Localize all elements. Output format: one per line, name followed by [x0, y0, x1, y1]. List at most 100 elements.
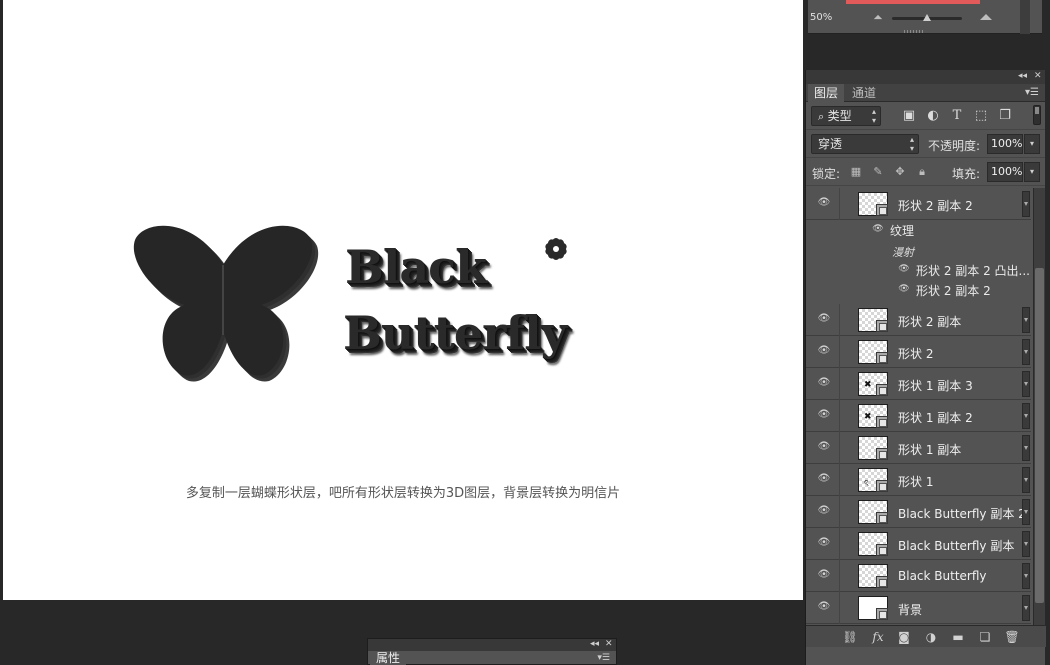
opacity-dropdown-icon[interactable]: ▾ [1024, 134, 1040, 154]
panel-grip[interactable] [904, 30, 924, 33]
layer-thumbnail[interactable] [858, 436, 888, 460]
lock-position-icon[interactable]: ✥ [893, 165, 907, 179]
link-layers-icon[interactable]: ⛓ [842, 629, 858, 645]
layer-thumbnail[interactable] [858, 308, 888, 332]
eye-icon[interactable]: 👁︎ [817, 409, 831, 421]
eye-icon[interactable]: 👁︎ [817, 505, 831, 517]
eye-icon[interactable]: 👁︎ [817, 345, 831, 357]
fill-dropdown-icon[interactable]: ▾ [1024, 162, 1040, 182]
layer-thumbnail[interactable] [858, 564, 888, 588]
new-adjustment-icon[interactable]: ◑ [923, 629, 939, 645]
eye-icon[interactable]: 👁︎ [817, 197, 831, 209]
eye-icon[interactable]: 👁︎ [817, 569, 831, 581]
layer-row[interactable]: 👁︎ Black Butterfly 副本 2 [806, 496, 1031, 528]
new-layer-icon[interactable]: ❏ [977, 629, 993, 645]
layers-scroll-thumb[interactable] [1035, 268, 1044, 603]
layer-options-icon[interactable] [1022, 403, 1030, 429]
layer-options-icon[interactable] [1022, 191, 1030, 217]
filter-kind-select[interactable]: ⌕ 类型 ▴ ▾ [811, 106, 881, 126]
3d-layer-icon [876, 480, 888, 492]
eye-icon[interactable]: 👁︎ [817, 313, 831, 325]
layer-sub-item-material_1[interactable]: 👁︎ 形状 2 副本 2 凸出... [806, 260, 1031, 280]
zoom-slider-thumb[interactable] [923, 14, 931, 21]
layer-row[interactable]: 👁︎ 形状 2 副本 [806, 304, 1031, 336]
layer-row[interactable]: 👁︎ ✖ 形状 1 副本 2 [806, 400, 1031, 432]
layer-options-icon[interactable] [1022, 595, 1030, 621]
eye-icon[interactable]: 👁︎ [817, 601, 831, 613]
layer-row[interactable]: 👁︎ 形状 2 [806, 336, 1031, 368]
lock-all-icon[interactable]: 🔒︎ [915, 165, 929, 179]
close-panel-icon[interactable]: ✕ [1034, 71, 1042, 81]
collapse-panel-icon[interactable]: ◂◂ [590, 639, 599, 649]
tab-properties[interactable]: 属性 [370, 651, 407, 665]
layer-options-icon[interactable] [1022, 371, 1030, 397]
layer-thumbnail[interactable] [858, 596, 888, 620]
tab-layers[interactable]: 图层 [808, 84, 845, 102]
layer-thumbnail[interactable] [858, 532, 888, 556]
layer-thumbnail[interactable]: ✖ [858, 372, 888, 396]
layers-scrollbar[interactable] [1033, 188, 1045, 625]
layer-options-icon[interactable] [1022, 563, 1030, 589]
document-canvas[interactable]: Black Butterfly [3, 0, 803, 600]
zoom-level[interactable]: 50% [810, 12, 832, 23]
lock-label: 锁定: [812, 167, 841, 181]
shape-filter-icon[interactable]: ⬚ [973, 108, 989, 124]
eye-icon[interactable]: 👁︎ [898, 283, 910, 295]
delete-layer-icon[interactable]: 🗑︎ [1004, 629, 1020, 645]
zoom-in-icon[interactable] [980, 14, 992, 20]
layer-thumbnail[interactable] [858, 340, 888, 364]
adjustment-filter-icon[interactable]: ◐ [925, 108, 941, 124]
layers-panel-titlebar[interactable]: ◂◂ ✕ [806, 70, 1045, 84]
layer-options-icon[interactable] [1022, 435, 1030, 461]
layer-thumbnail[interactable] [858, 192, 888, 216]
eye-icon[interactable]: 👁︎ [817, 377, 831, 389]
eye-icon[interactable]: 👁︎ [872, 223, 884, 235]
collapse-panel-icon[interactable]: ◂◂ [1018, 71, 1027, 81]
smart-object-filter-icon[interactable]: ❐ [997, 108, 1013, 124]
updown-arrows-icon: ▴ ▾ [909, 135, 914, 153]
layer-row[interactable]: 👁︎ 形状 1 副本 [806, 432, 1031, 464]
lock-brush-icon[interactable]: ✎ [871, 165, 885, 179]
fill-label: 填充: [952, 167, 981, 181]
canvas-caption: 多复制一层蝴蝶形状层，吧所有形状层转换为3D图层，背景层转换为明信片 [185, 486, 621, 501]
layer-options-icon[interactable] [1022, 531, 1030, 557]
eye-icon[interactable]: 👁︎ [817, 473, 831, 485]
properties-titlebar[interactable]: ◂◂ ✕ [368, 639, 616, 651]
new-group-icon[interactable]: ▬ [950, 629, 966, 645]
tab-channels[interactable]: 通道 [846, 84, 882, 102]
eye-icon[interactable]: 👁︎ [817, 537, 831, 549]
layer-options-icon[interactable] [1022, 339, 1030, 365]
layer-sub-item-material_2[interactable]: 👁︎ 形状 2 副本 2 [806, 280, 1031, 300]
close-panel-icon[interactable]: ✕ [605, 639, 613, 649]
layer-sub-item-diffuse[interactable]: 漫射 [806, 242, 1031, 260]
layer-sub-item-texture[interactable]: 👁︎ 纹理 [806, 220, 1031, 242]
sub-item-label: 形状 2 副本 2 凸出... [916, 264, 1030, 278]
blend-mode-select[interactable]: 穿透 ▴ ▾ [811, 134, 919, 154]
layer-thumbnail[interactable]: ✖ [858, 404, 888, 428]
fx-icon[interactable]: fx [870, 629, 886, 645]
layer-row[interactable]: 👁︎ Black Butterfly [806, 560, 1031, 592]
layer-options-icon[interactable] [1022, 499, 1030, 525]
layer-row[interactable]: 👁︎ ৎ 形状 1 [806, 464, 1031, 496]
add-mask-icon[interactable]: ◙ [896, 629, 912, 645]
lock-transparent-icon[interactable]: ▦ [849, 165, 863, 179]
pixel-filter-icon[interactable]: ▣ [901, 108, 917, 124]
eye-icon[interactable]: 👁︎ [817, 441, 831, 453]
layer-row[interactable]: 👁︎ Black Butterfly 副本 [806, 528, 1031, 560]
layer-row[interactable]: 👁︎ ✖ 形状 1 副本 3 [806, 368, 1031, 400]
layer-row[interactable]: 👁︎ 背景 [806, 592, 1031, 624]
type-filter-icon[interactable]: T [949, 108, 965, 124]
layer-options-icon[interactable] [1022, 467, 1030, 493]
opacity-input[interactable]: 100% [987, 134, 1023, 154]
filter-toggle[interactable] [1033, 105, 1041, 125]
layer-thumbnail[interactable]: ৎ [858, 468, 888, 492]
layer-row[interactable]: 👁︎ 形状 2 副本 2 [806, 188, 1031, 220]
fill-input[interactable]: 100% [987, 162, 1023, 182]
zoom-out-icon[interactable] [873, 14, 883, 20]
navigator-scrollbar[interactable] [1020, 0, 1030, 34]
eye-icon[interactable]: 👁︎ [898, 263, 910, 275]
layer-options-icon[interactable] [1022, 307, 1030, 333]
layer-thumbnail[interactable] [858, 500, 888, 524]
panel-menu-icon[interactable]: ▾☰ [597, 653, 610, 663]
panel-menu-icon[interactable]: ▾☰ [1025, 87, 1039, 98]
